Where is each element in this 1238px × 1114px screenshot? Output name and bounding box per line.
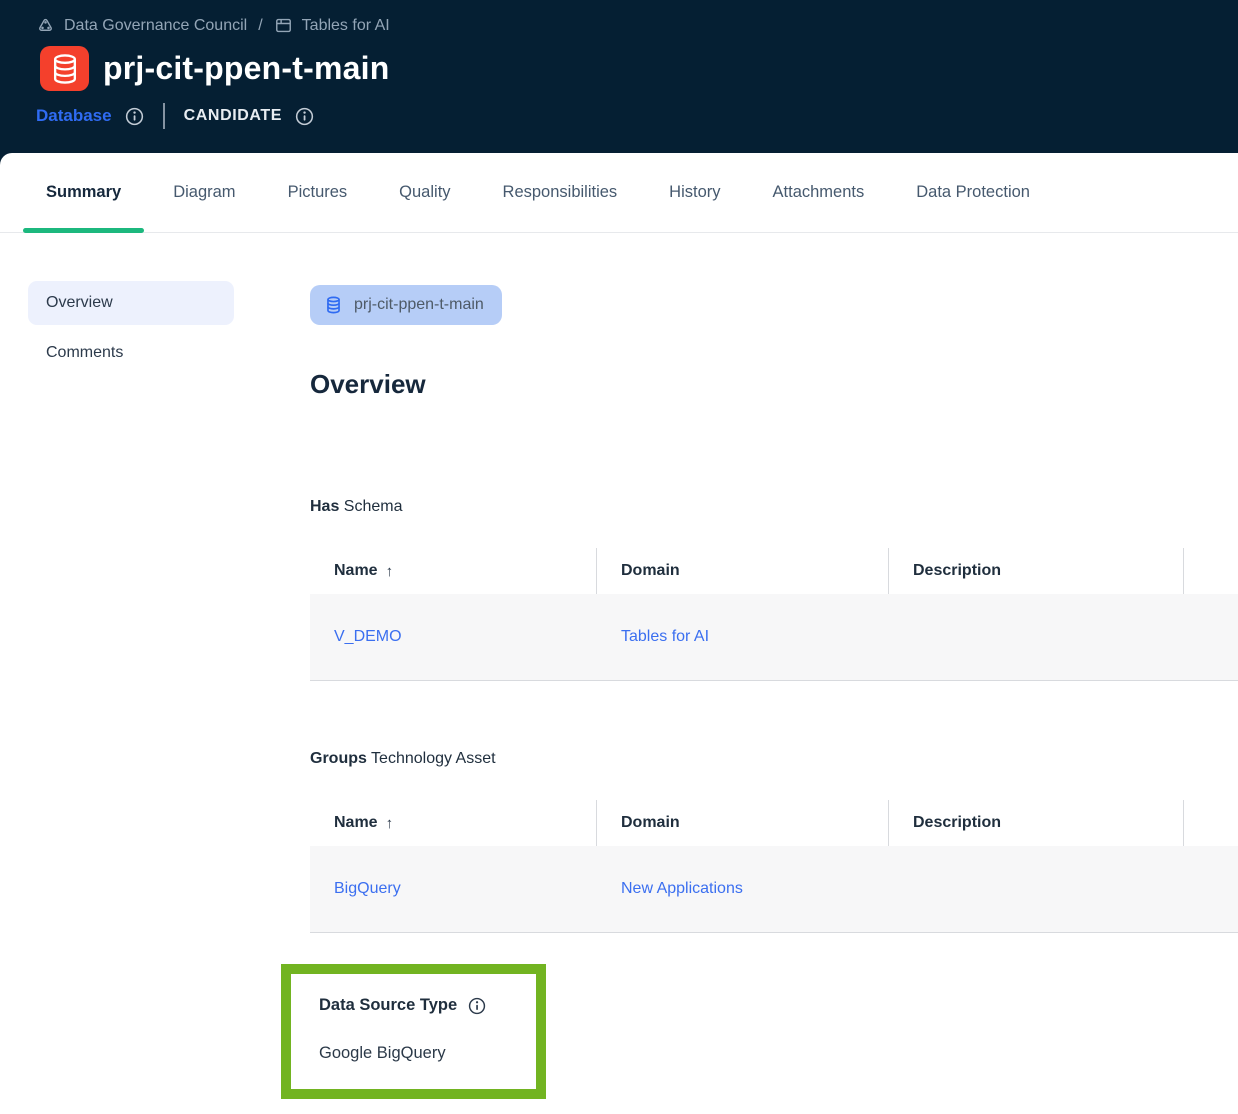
breadcrumb: Data Governance Council / Tables for AI <box>36 16 1238 35</box>
schema-domain-link[interactable]: Tables for AI <box>621 628 709 646</box>
column-header-spacer <box>1184 800 1238 846</box>
column-header-spacer <box>1184 548 1238 594</box>
column-label: Description <box>913 814 1001 832</box>
tab-label: Data Protection <box>916 183 1030 202</box>
sort-ascending-icon[interactable]: ↑ <box>386 563 394 580</box>
page-body: Overview Comments prj-cit-ppen-t-main Ov… <box>0 233 1238 1099</box>
tab-label: Diagram <box>173 183 235 202</box>
row-spacer-cell <box>1184 846 1238 932</box>
tab-diagram[interactable]: Diagram <box>150 153 258 232</box>
table-header-row: Name ↑ Domain Description <box>310 800 1238 846</box>
tab-label: Summary <box>46 183 121 202</box>
column-label: Description <box>913 562 1001 580</box>
tab-bar: Summary Diagram Pictures Quality Respons… <box>0 153 1238 233</box>
asset-meta-row: Database CANDIDATE <box>36 103 1238 129</box>
tab-label: History <box>669 183 720 202</box>
tab-attachments[interactable]: Attachments <box>750 153 888 232</box>
community-icon <box>36 16 55 35</box>
table-row[interactable]: BigQuery New Applications <box>310 846 1238 933</box>
side-nav: Overview Comments <box>0 233 282 1099</box>
column-header-domain[interactable]: Domain <box>597 800 889 846</box>
meta-divider <box>163 103 165 129</box>
database-icon <box>325 296 342 314</box>
schema-description-cell <box>889 594 1184 680</box>
attribute-label-row: Data Source Type <box>319 996 522 1015</box>
main-column: prj-cit-ppen-t-main Overview Has Schema … <box>282 233 1238 1099</box>
breadcrumb-domain[interactable]: Tables for AI <box>302 17 390 35</box>
relation-label-has-schema: Has Schema <box>310 498 1238 516</box>
table-row[interactable]: V_DEMO Tables for AI <box>310 594 1238 681</box>
breadcrumb-community[interactable]: Data Governance Council <box>64 17 247 35</box>
column-header-domain[interactable]: Domain <box>597 548 889 594</box>
group-description-cell <box>889 846 1184 932</box>
column-header-name[interactable]: Name ↑ <box>310 548 597 594</box>
groups-technology-asset-table: Name ↑ Domain Description BigQuery New A… <box>310 800 1238 933</box>
page-section-heading: Overview <box>310 369 1238 400</box>
column-label: Domain <box>621 814 680 832</box>
tab-label: Pictures <box>288 183 348 202</box>
domain-icon <box>274 16 293 35</box>
tab-summary[interactable]: Summary <box>23 153 144 232</box>
info-icon[interactable] <box>295 107 314 126</box>
column-header-name[interactable]: Name ↑ <box>310 800 597 846</box>
relation-label-groups-technology-asset: Groups Technology Asset <box>310 750 1238 768</box>
content-panel: Summary Diagram Pictures Quality Respons… <box>0 153 1238 1114</box>
title-row: prj-cit-ppen-t-main <box>40 46 1238 91</box>
relation-label-bold: Groups <box>310 750 367 767</box>
tab-pictures[interactable]: Pictures <box>265 153 371 232</box>
data-source-type-value: Google BigQuery <box>319 1044 522 1063</box>
sort-ascending-icon[interactable]: ↑ <box>386 815 394 832</box>
schema-name-link[interactable]: V_DEMO <box>334 628 402 646</box>
column-header-description[interactable]: Description <box>889 548 1184 594</box>
page-title: prj-cit-ppen-t-main <box>103 50 389 87</box>
tab-quality[interactable]: Quality <box>376 153 473 232</box>
relation-label-rest: Technology Asset <box>367 750 496 767</box>
tab-history[interactable]: History <box>646 153 743 232</box>
breadcrumb-separator: / <box>258 17 262 35</box>
tab-label: Quality <box>399 183 450 202</box>
table-header-row: Name ↑ Domain Description <box>310 548 1238 594</box>
asset-type-link[interactable]: Database <box>36 106 112 126</box>
status-badge[interactable]: CANDIDATE <box>184 107 282 125</box>
info-icon[interactable] <box>125 107 144 126</box>
tab-data-protection[interactable]: Data Protection <box>893 153 1053 232</box>
data-source-type-label: Data Source Type <box>319 996 457 1015</box>
relation-label-bold: Has <box>310 498 339 515</box>
relation-label-rest: Schema <box>339 498 402 515</box>
asset-breadcrumb-chip[interactable]: prj-cit-ppen-t-main <box>310 285 502 325</box>
app-header: Data Governance Council / Tables for AI … <box>0 0 1238 165</box>
tab-label: Responsibilities <box>503 183 618 202</box>
active-tab-underline <box>23 228 144 233</box>
tab-label: Attachments <box>773 183 865 202</box>
tab-responsibilities[interactable]: Responsibilities <box>480 153 641 232</box>
row-spacer-cell <box>1184 594 1238 680</box>
info-icon[interactable] <box>468 997 486 1015</box>
column-label: Domain <box>621 562 680 580</box>
sidebar-item-overview[interactable]: Overview <box>28 281 234 325</box>
database-icon <box>40 46 89 91</box>
column-label: Name <box>334 562 378 580</box>
group-name-link[interactable]: BigQuery <box>334 880 401 898</box>
annotation-highlight-box: Data Source Type Google BigQuery <box>281 964 546 1099</box>
column-header-description[interactable]: Description <box>889 800 1184 846</box>
has-schema-table: Name ↑ Domain Description V_DEMO Tables … <box>310 548 1238 681</box>
group-domain-link[interactable]: New Applications <box>621 880 743 898</box>
chip-label: prj-cit-ppen-t-main <box>354 296 484 314</box>
sidebar-item-comments[interactable]: Comments <box>28 331 234 375</box>
column-label: Name <box>334 814 378 832</box>
